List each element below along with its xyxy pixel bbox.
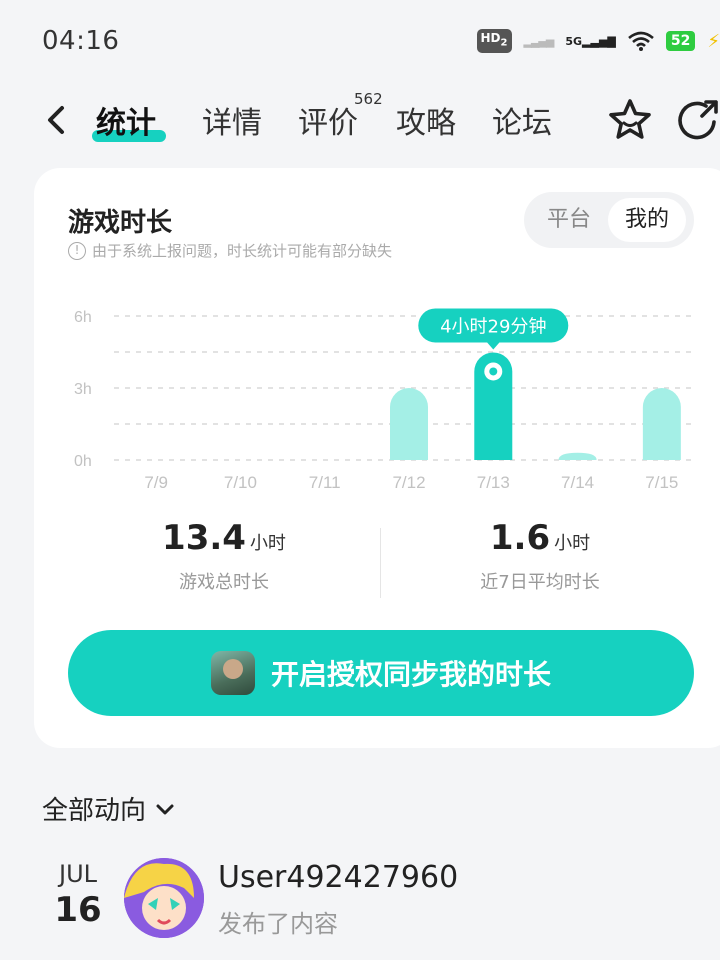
top-nav: 统计 详情 评价 562 攻略 论坛 <box>0 84 720 156</box>
sync-playtime-button[interactable]: 开启授权同步我的时长 <box>68 630 694 716</box>
sync-button-label: 开启授权同步我的时长 <box>270 658 551 691</box>
tab-forum[interactable]: 论坛 <box>492 98 552 142</box>
x-tick-label: 7/10 <box>224 473 257 492</box>
playtime-card: 游戏时长 ! 由于系统上报问题，时长统计可能有部分缺失 平台 我的 0h 3h 6h… <box>34 168 720 748</box>
y-tick-label: 0h <box>74 453 92 470</box>
status-bar: 04:16 HD2 ▂▃▄▅ 5G▂▃▅▇ 52 ⚡ <box>0 0 720 80</box>
playtime-chart: 0h 3h 6h 7/9 7/10 7/11 7/12 4小时29分钟 7/13 7/14 7/15 <box>74 308 694 492</box>
chart-bar[interactable] <box>390 388 428 460</box>
highlight-marker-center <box>489 367 498 376</box>
x-tick-label: 7/15 <box>645 473 678 492</box>
x-tick-label: 7/11 <box>309 473 341 492</box>
card-note-text: 由于系统上报问题，时长统计可能有部分缺失 <box>92 242 393 260</box>
stat-average-label: 近7日平均时长 <box>480 572 600 593</box>
post-day: 16 <box>54 890 102 930</box>
feed-filter-dropdown[interactable]: 全部动向 <box>42 790 176 827</box>
post-action: 发布了内容 <box>218 910 338 938</box>
stat-total: 13.4 小时 游戏总时长 <box>74 518 374 594</box>
share-icon[interactable] <box>676 98 720 142</box>
x-tick-label: 7/14 <box>561 473 594 492</box>
stat-total-label: 游戏总时长 <box>179 572 269 593</box>
card-title: 游戏时长 <box>68 208 173 238</box>
charging-icon: ⚡ <box>707 30 720 52</box>
hd-icon: HD2 <box>476 29 512 53</box>
y-tick-label: 6h <box>74 309 92 326</box>
tab-guides[interactable]: 攻略 <box>396 98 456 142</box>
y-tick-label: 3h <box>74 381 92 398</box>
x-tick-label: 7/12 <box>392 473 425 492</box>
tab-reviews[interactable]: 评价 <box>298 98 358 142</box>
post-username[interactable]: User492427960 <box>218 860 458 895</box>
x-tick-label: 7/9 <box>144 473 168 492</box>
stat-total-value: 13.4 <box>162 518 246 558</box>
tab-details[interactable]: 详情 <box>202 98 262 142</box>
chart-bar[interactable] <box>558 452 597 460</box>
tab-stats[interactable]: 统计 <box>96 98 156 142</box>
review-count-badge: 562 <box>354 90 383 108</box>
stat-average: 1.6 小时 近7日平均时长 <box>390 518 690 594</box>
toggle-mine[interactable]: 我的 <box>608 198 686 242</box>
tooltip-label: 4小时29分钟 <box>440 316 546 337</box>
post-date: JUL 16 <box>48 860 108 930</box>
signal-5g-icon: 5G▂▃▅▇ <box>565 34 616 48</box>
card-note: ! 由于系统上报问题，时长统计可能有部分缺失 <box>68 240 392 261</box>
back-icon[interactable] <box>40 100 74 140</box>
avatar-illustration <box>124 858 204 938</box>
battery-icon: 52 <box>665 31 696 51</box>
stat-average-value: 1.6 <box>489 518 551 558</box>
game-avatar <box>210 651 255 695</box>
post-month: JUL <box>58 860 97 888</box>
chevron-down-icon <box>156 804 174 814</box>
info-icon: ! <box>68 241 86 260</box>
tooltip-pointer <box>486 341 501 350</box>
source-toggle: 平台 我的 <box>524 192 694 248</box>
feed-header-label: 全部动向 <box>42 796 147 826</box>
status-icons: HD2 ▂▃▄▅ 5G▂▃▅▇ 52 ⚡ <box>476 26 720 56</box>
stat-average-unit: 小时 <box>554 533 591 554</box>
stat-divider <box>380 528 381 598</box>
x-tick-label: 7/13 <box>477 473 510 492</box>
user-avatar[interactable] <box>124 858 204 938</box>
favorite-star-icon[interactable] <box>606 96 654 144</box>
wifi-icon <box>628 31 654 51</box>
toggle-platform[interactable]: 平台 <box>530 198 608 242</box>
chart-bar[interactable] <box>642 388 681 460</box>
signal-weak-icon: ▂▃▄▅ <box>523 34 555 48</box>
stat-total-unit: 小时 <box>249 533 286 554</box>
status-time: 04:16 <box>42 26 120 56</box>
